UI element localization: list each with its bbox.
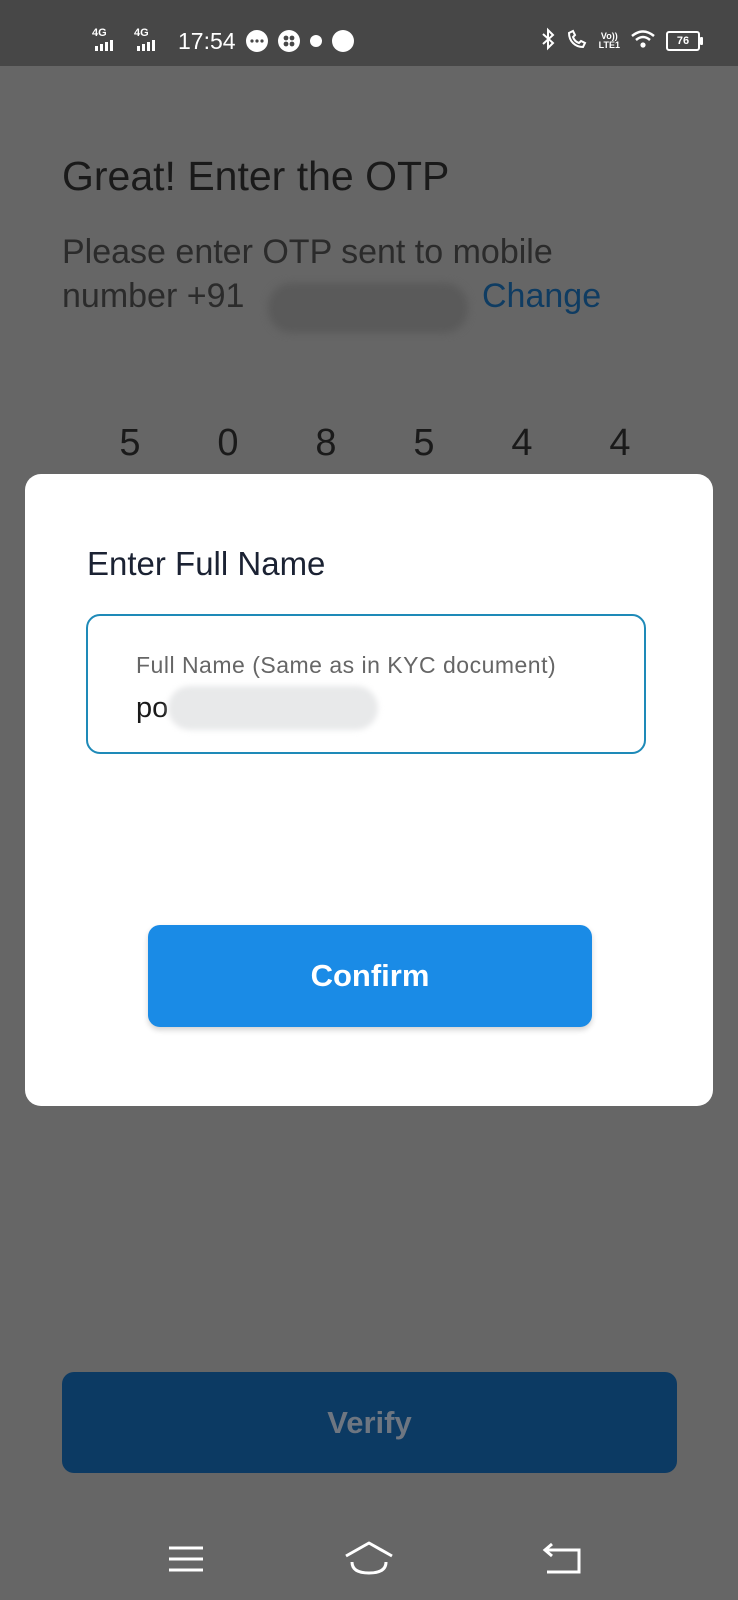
status-bar-right: Vo)) LTE1 76	[541, 27, 703, 56]
otp-digit-1[interactable]: 5	[115, 422, 145, 472]
otp-digit-3[interactable]: 8	[311, 422, 341, 472]
full-name-dialog: Enter Full Name Full Name (Same as in KY…	[25, 474, 713, 1106]
redacted-phone-number	[268, 283, 468, 333]
signal-2-tag: 4G	[134, 27, 149, 39]
signal-1-tag: 4G	[92, 27, 107, 39]
app-grid-icon	[277, 30, 300, 52]
dialog-title: Enter Full Name	[87, 545, 326, 582]
menu-icon[interactable]	[156, 1534, 216, 1584]
status-bar-left: 4G 4G 17:54	[92, 26, 354, 56]
chat-icon	[245, 30, 268, 52]
redacted-name	[168, 686, 378, 730]
dot-notification-icon	[309, 35, 322, 47]
volte-bottom: LTE1	[598, 40, 620, 50]
wifi-icon	[630, 28, 656, 55]
volte-indicator: Vo)) LTE1	[599, 32, 620, 50]
full-name-field-label: Full Name (Same as in KYC document)	[136, 652, 557, 678]
status-bar: 4G 4G 17:54 Vo)) LTE1 76	[0, 0, 738, 66]
message-icon	[331, 30, 354, 52]
otp-description-line1: Please enter OTP sent to mobile	[62, 233, 553, 271]
back-icon[interactable]	[532, 1534, 592, 1584]
signal-1-icon: 4G	[92, 28, 124, 54]
clock: 17:54	[178, 28, 236, 54]
full-name-field-value[interactable]: po	[136, 692, 168, 725]
page-title: Great! Enter the OTP	[62, 153, 450, 199]
bluetooth-icon	[541, 27, 555, 56]
otp-digit-6[interactable]: 4	[605, 422, 635, 472]
otp-digits[interactable]: 5 0 8 5 4 4	[115, 422, 635, 472]
navigation-bar	[0, 1520, 738, 1600]
verify-button[interactable]: Verify	[62, 1372, 677, 1473]
home-icon[interactable]	[339, 1534, 399, 1584]
wifi-calling-icon	[565, 27, 589, 56]
battery-icon: 76	[666, 31, 703, 51]
confirm-button[interactable]: Confirm	[148, 925, 592, 1027]
signal-2-icon: 4G	[134, 28, 166, 54]
otp-digit-4[interactable]: 5	[409, 422, 439, 472]
change-number-link[interactable]: Change	[482, 274, 601, 318]
full-name-field[interactable]: Full Name (Same as in KYC document) po	[86, 614, 646, 754]
otp-digit-2[interactable]: 0	[213, 422, 243, 472]
otp-digit-5[interactable]: 4	[507, 422, 537, 472]
